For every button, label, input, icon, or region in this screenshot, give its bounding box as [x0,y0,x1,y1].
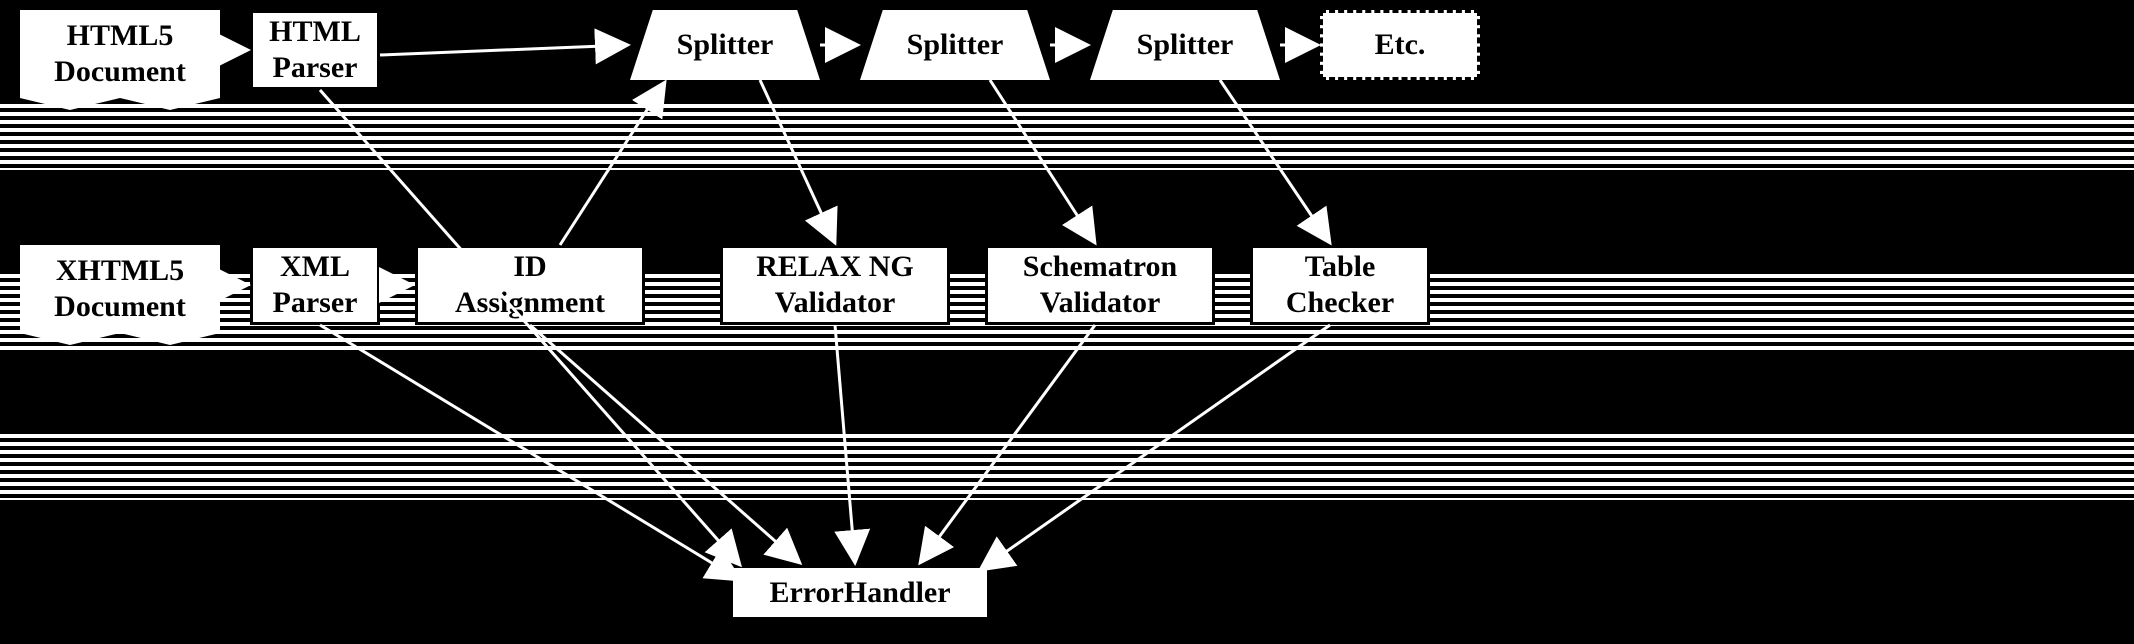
background-stripe [0,430,2134,500]
node-xhtml5-document: XHTML5Document [20,245,220,345]
node-schematron-validator: SchematronValidator [985,245,1215,325]
node-xml-parser: XMLParser [250,245,380,325]
node-etc: Etc. [1320,10,1480,80]
node-splitter-1: Splitter [630,10,820,80]
node-splitter-2: Splitter [860,10,1050,80]
node-html-parser: HTMLParser [250,10,380,90]
node-id-assignment: IDAssignment [415,245,645,325]
node-table-checker: TableChecker [1250,245,1430,325]
background-stripe [0,100,2134,170]
node-splitter-3: Splitter [1090,10,1280,80]
node-html5-document: HTML5Document [20,10,220,110]
node-relax-ng-validator: RELAX NGValidator [720,245,950,325]
node-error-handler: ErrorHandler [730,565,990,620]
